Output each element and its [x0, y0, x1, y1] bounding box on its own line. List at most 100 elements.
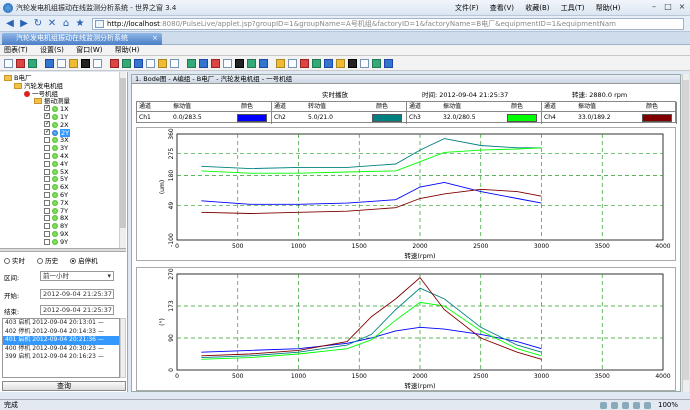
tab-close-icon[interactable]: × — [152, 33, 158, 44]
menu-tools[interactable]: 工具(T) — [561, 4, 585, 12]
tree-channel-item[interactable]: 7X — [44, 199, 69, 207]
toolbar-tool-icon[interactable] — [235, 59, 244, 68]
end-time-input[interactable]: 2012-09-04 21:25:37 — [40, 305, 114, 315]
list-item[interactable]: 399 启机 2012-09-04 20:16:23 — — [3, 353, 119, 362]
mode-startstop[interactable]: 启停机 — [70, 257, 98, 265]
toolbar-tool-icon[interactable] — [372, 59, 381, 68]
channel-color-swatch[interactable] — [372, 114, 402, 122]
zoom-level[interactable]: 100% — [658, 400, 678, 410]
channel-checkbox[interactable] — [44, 192, 50, 198]
toolbar-tool-icon[interactable] — [122, 59, 131, 68]
tree-channel-item[interactable]: 2Y — [44, 128, 71, 137]
tree-channel-item[interactable]: 3Y — [44, 144, 68, 152]
app-menu-window[interactable]: 窗口(W) — [76, 46, 102, 54]
tree-channel-item[interactable]: 9X — [44, 230, 69, 238]
channel-checkbox[interactable] — [44, 207, 50, 214]
toolbar-tool-icon[interactable] — [223, 59, 232, 68]
tree-group-item[interactable]: 振动测量 — [34, 97, 70, 105]
toolbar-tool-icon[interactable] — [45, 59, 54, 68]
toolbar-tool-icon[interactable] — [110, 59, 119, 68]
toolbar-tool-icon[interactable] — [158, 59, 167, 68]
query-button[interactable]: 查询 — [2, 381, 126, 391]
tree-channel-item[interactable]: 9Y — [44, 238, 68, 246]
toolbar-tool-icon[interactable] — [57, 59, 66, 68]
tree-scroll-thumb[interactable] — [120, 78, 126, 228]
list-item[interactable]: 402 停机 2012-09-04 20:14:33 — — [3, 328, 119, 337]
toolbar-tool-icon[interactable] — [348, 59, 357, 68]
back-icon[interactable]: ◀ — [4, 18, 16, 30]
panel-splitter[interactable] — [0, 248, 126, 252]
toolbar-tool-icon[interactable] — [134, 59, 143, 68]
channel-checkbox[interactable] — [44, 105, 50, 112]
mode-realtime[interactable]: 实时 — [4, 257, 25, 265]
list-item-selected[interactable]: 401 启机 2012-09-04 20:21:36 — — [3, 336, 119, 345]
channel-checkbox[interactable] — [44, 215, 50, 222]
menu-help[interactable]: 帮助(H) — [596, 4, 621, 12]
tree-channel-item[interactable]: 4Y — [44, 160, 68, 168]
tree-scrollbar[interactable] — [119, 72, 126, 248]
channel-checkbox[interactable] — [44, 199, 50, 206]
tree-channel-item[interactable]: 4X — [44, 152, 69, 160]
channel-checkbox[interactable] — [44, 128, 50, 135]
app-menu-chart[interactable]: 图表(T) — [4, 46, 28, 54]
home-icon[interactable]: ⌂ — [60, 18, 72, 30]
range-select[interactable]: 前一小时 — [40, 271, 114, 281]
channel-checkbox[interactable] — [44, 113, 50, 119]
toolbar-tool-icon[interactable] — [93, 59, 102, 68]
mode-history[interactable]: 历史 — [37, 257, 58, 265]
toolbar-tool-icon[interactable] — [4, 59, 13, 68]
channel-checkbox[interactable] — [44, 153, 50, 159]
minimize-icon[interactable]: – — [648, 2, 660, 13]
page-scroll-thumb[interactable] — [683, 80, 689, 380]
toolbar-tool-icon[interactable] — [312, 59, 321, 68]
toolbar-tool-icon[interactable] — [300, 59, 309, 68]
channel-checkbox[interactable] — [44, 160, 50, 167]
tree-channel-item[interactable]: 7Y — [44, 207, 68, 215]
tab-active[interactable]: 汽轮发电机组振动在线监测分析系统 × — [2, 33, 162, 45]
page-scrollbar[interactable] — [682, 74, 689, 392]
app-menu-help[interactable]: 帮助(H) — [115, 46, 140, 54]
toolbar-tool-icon[interactable] — [324, 59, 333, 68]
channel-color-swatch[interactable] — [642, 114, 672, 122]
toolbar-tool-icon[interactable] — [259, 59, 268, 68]
toolbar-tool-icon[interactable] — [187, 59, 196, 68]
toolbar-tool-icon[interactable] — [360, 59, 369, 68]
record-list-scrollbar[interactable] — [120, 318, 126, 378]
tree-group-item[interactable]: B电厂 — [4, 74, 31, 82]
menu-file[interactable]: 文件(F) — [455, 4, 479, 12]
channel-checkbox[interactable] — [44, 145, 50, 152]
close-window-icon[interactable]: × — [676, 2, 688, 13]
toolbar-tool-icon[interactable] — [69, 59, 78, 68]
toolbar-tool-icon[interactable] — [276, 59, 285, 68]
menu-favorites[interactable]: 收藏(B) — [525, 4, 549, 12]
radio-realtime[interactable] — [4, 258, 10, 264]
start-time-input[interactable]: 2012-09-04 21:25:37 — [40, 289, 114, 299]
toolbar-tool-icon[interactable] — [247, 59, 256, 68]
menu-view[interactable]: 查看(V) — [490, 4, 514, 12]
list-item[interactable]: 403 启机 2012-09-04 20:13:01 — — [3, 319, 119, 328]
radio-history[interactable] — [37, 258, 44, 264]
forward-icon[interactable]: ▶ — [18, 18, 30, 30]
toolbar-tool-icon[interactable] — [170, 59, 179, 68]
toolbar-tool-icon[interactable] — [199, 59, 208, 68]
list-item[interactable]: 400 停机 2012-09-04 20:30:23 — — [3, 345, 119, 354]
tree-group-item[interactable]: 汽轮发电机组 — [14, 82, 63, 90]
toolbar-tool-icon[interactable] — [211, 59, 220, 68]
toolbar-tool-icon[interactable] — [384, 59, 393, 68]
refresh-icon[interactable]: ↻ — [32, 18, 44, 30]
tree-channel-item[interactable]: 8X — [44, 214, 69, 222]
maximize-icon[interactable]: □ — [662, 2, 674, 13]
toolbar-tool-icon[interactable] — [28, 59, 37, 68]
stop-icon[interactable]: ✕ — [46, 18, 58, 30]
channel-checkbox[interactable] — [44, 120, 50, 127]
channel-checkbox[interactable] — [44, 238, 50, 245]
tree-channel-item[interactable]: 5Y — [44, 175, 68, 183]
favorites-icon[interactable]: ★ — [74, 18, 86, 30]
tree-channel-item[interactable]: 6Y — [44, 191, 68, 199]
toolbar-tool-icon[interactable] — [81, 59, 90, 68]
channel-checkbox[interactable] — [44, 176, 50, 183]
tree-channel-item[interactable]: 5X — [44, 168, 69, 176]
tree-channel-item[interactable]: 3X — [44, 136, 69, 144]
toolbar-tool-icon[interactable] — [288, 59, 297, 68]
app-menu-settings[interactable]: 设置(S) — [40, 46, 64, 54]
